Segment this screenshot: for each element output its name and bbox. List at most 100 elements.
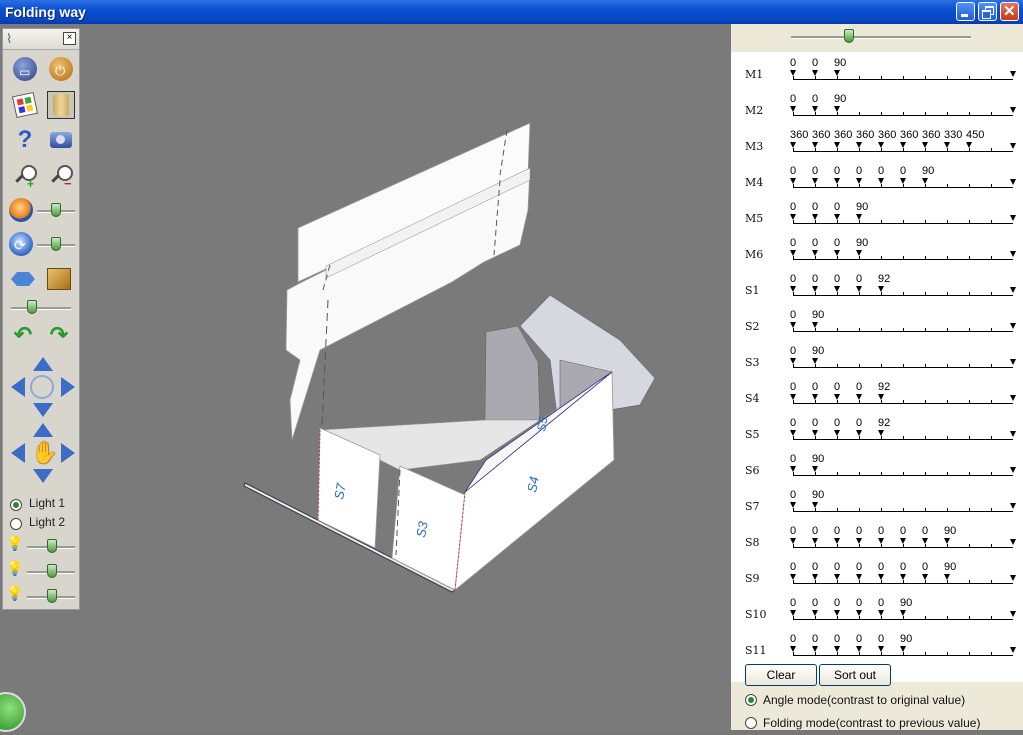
angle-marker[interactable] xyxy=(834,574,840,580)
angle-marker[interactable] xyxy=(900,574,906,580)
power-icon[interactable]: ⏻ xyxy=(47,55,75,83)
angle-row[interactable]: M5 0 0 0 90 xyxy=(731,198,1023,234)
angle-marker[interactable] xyxy=(878,574,884,580)
angle-marker[interactable] xyxy=(790,538,796,544)
hand-icon[interactable]: ✋ xyxy=(31,440,58,466)
angle-end-marker[interactable] xyxy=(1010,71,1016,77)
angle-marker[interactable] xyxy=(944,538,950,544)
redo-icon[interactable]: ↷ xyxy=(45,321,73,349)
restore-button[interactable] xyxy=(978,2,997,21)
angle-marker[interactable] xyxy=(790,214,796,220)
angle-end-marker[interactable] xyxy=(1010,323,1016,329)
angle-row[interactable]: S6 0 90 xyxy=(731,450,1023,486)
camera-icon[interactable] xyxy=(47,126,75,154)
angle-row[interactable]: M1 0 0 90 xyxy=(731,54,1023,90)
angle-marker[interactable] xyxy=(812,574,818,580)
angle-row[interactable]: S5 0 0 0 0 92 xyxy=(731,414,1023,450)
angle-marker[interactable] xyxy=(944,574,950,580)
rotate-orb-icon[interactable]: ⟳ xyxy=(7,230,35,258)
angle-end-marker[interactable] xyxy=(1010,215,1016,221)
angle-marker[interactable] xyxy=(790,250,796,256)
angle-marker[interactable] xyxy=(834,394,840,400)
angle-marker[interactable] xyxy=(834,538,840,544)
angle-marker[interactable] xyxy=(856,142,862,148)
angle-marker[interactable] xyxy=(878,430,884,436)
angle-marker[interactable] xyxy=(834,646,840,652)
angle-row[interactable]: S3 0 90 xyxy=(731,342,1023,378)
angle-marker[interactable] xyxy=(834,250,840,256)
angle-row[interactable]: S1 0 0 0 0 92 xyxy=(731,270,1023,306)
light-intensity-slider-2-thumb[interactable] xyxy=(47,564,57,578)
angle-row[interactable]: S7 0 90 xyxy=(731,486,1023,522)
angle-marker[interactable] xyxy=(878,610,884,616)
angle-marker[interactable] xyxy=(856,538,862,544)
angle-marker[interactable] xyxy=(790,502,796,508)
angle-marker[interactable] xyxy=(812,106,818,112)
angle-end-marker[interactable] xyxy=(1010,467,1016,473)
zoom-orb-icon[interactable] xyxy=(7,196,35,224)
angle-marker[interactable] xyxy=(812,286,818,292)
angle-row[interactable]: S9 0 0 0 0 0 0 0 90 xyxy=(731,558,1023,594)
angle-marker[interactable] xyxy=(790,322,796,328)
angle-marker[interactable] xyxy=(790,106,796,112)
angle-marker[interactable] xyxy=(944,142,950,148)
angle-marker[interactable] xyxy=(812,178,818,184)
angle-marker[interactable] xyxy=(812,358,818,364)
angle-end-marker[interactable] xyxy=(1010,107,1016,113)
angle-end-marker[interactable] xyxy=(1010,179,1016,185)
angle-marker[interactable] xyxy=(790,646,796,652)
help-icon[interactable]: ? xyxy=(11,126,39,154)
palette-icon[interactable] xyxy=(11,91,39,119)
angle-marker[interactable] xyxy=(856,178,862,184)
angle-row[interactable]: S10 0 0 0 0 0 90 xyxy=(731,594,1023,630)
angle-marker[interactable] xyxy=(834,142,840,148)
light-intensity-slider-3-thumb[interactable] xyxy=(47,589,57,603)
angle-marker[interactable] xyxy=(900,142,906,148)
angle-marker[interactable] xyxy=(834,178,840,184)
angle-row[interactable]: S2 0 90 xyxy=(731,306,1023,342)
angle-marker[interactable] xyxy=(856,646,862,652)
top-slider-track[interactable] xyxy=(791,36,971,39)
angle-marker[interactable] xyxy=(900,178,906,184)
angle-marker[interactable] xyxy=(834,214,840,220)
angle-marker[interactable] xyxy=(812,322,818,328)
angle-marker[interactable] xyxy=(812,214,818,220)
tool-panel-header[interactable]: ⌇ × xyxy=(3,29,79,50)
undo-icon[interactable]: ↶ xyxy=(9,321,37,349)
angle-marker[interactable] xyxy=(790,286,796,292)
angle-marker[interactable] xyxy=(834,286,840,292)
zoom-slider-thumb[interactable] xyxy=(51,203,61,217)
angle-marker[interactable] xyxy=(790,394,796,400)
angle-end-marker[interactable] xyxy=(1010,431,1016,437)
angle-marker[interactable] xyxy=(900,646,906,652)
angle-end-marker[interactable] xyxy=(1010,539,1016,545)
angle-marker[interactable] xyxy=(812,466,818,472)
angle-marker[interactable] xyxy=(812,250,818,256)
angle-mode-radio[interactable] xyxy=(745,694,757,706)
angle-end-marker[interactable] xyxy=(1010,251,1016,257)
pan-down-arrow-icon[interactable] xyxy=(33,469,53,483)
angle-marker[interactable] xyxy=(922,178,928,184)
box-icon[interactable] xyxy=(45,265,73,293)
angle-marker[interactable] xyxy=(922,538,928,544)
angle-row[interactable]: S4 0 0 0 0 92 xyxy=(731,378,1023,414)
top-slider[interactable] xyxy=(731,24,1023,52)
angle-marker[interactable] xyxy=(812,430,818,436)
angle-end-marker[interactable] xyxy=(1010,287,1016,293)
angle-marker[interactable] xyxy=(856,286,862,292)
3d-viewport[interactable]: S7 S3 S4 S5 xyxy=(0,24,731,730)
angle-row[interactable]: M3 360 360 360 360 360 360 360 330 450 xyxy=(731,126,1023,162)
scroll-icon[interactable] xyxy=(47,91,75,119)
pan-right-arrow-icon[interactable] xyxy=(61,443,75,463)
size-slider-thumb[interactable] xyxy=(27,300,37,314)
angle-marker[interactable] xyxy=(790,142,796,148)
close-button[interactable]: ✕ xyxy=(1000,2,1019,21)
clear-button[interactable]: Clear xyxy=(745,664,817,686)
rotate-slider-thumb[interactable] xyxy=(51,237,61,251)
angle-marker[interactable] xyxy=(834,106,840,112)
angle-marker[interactable] xyxy=(812,70,818,76)
rotate-up-arrow-icon[interactable] xyxy=(33,357,53,371)
angle-marker[interactable] xyxy=(790,466,796,472)
angle-marker[interactable] xyxy=(878,286,884,292)
angle-marker[interactable] xyxy=(856,214,862,220)
